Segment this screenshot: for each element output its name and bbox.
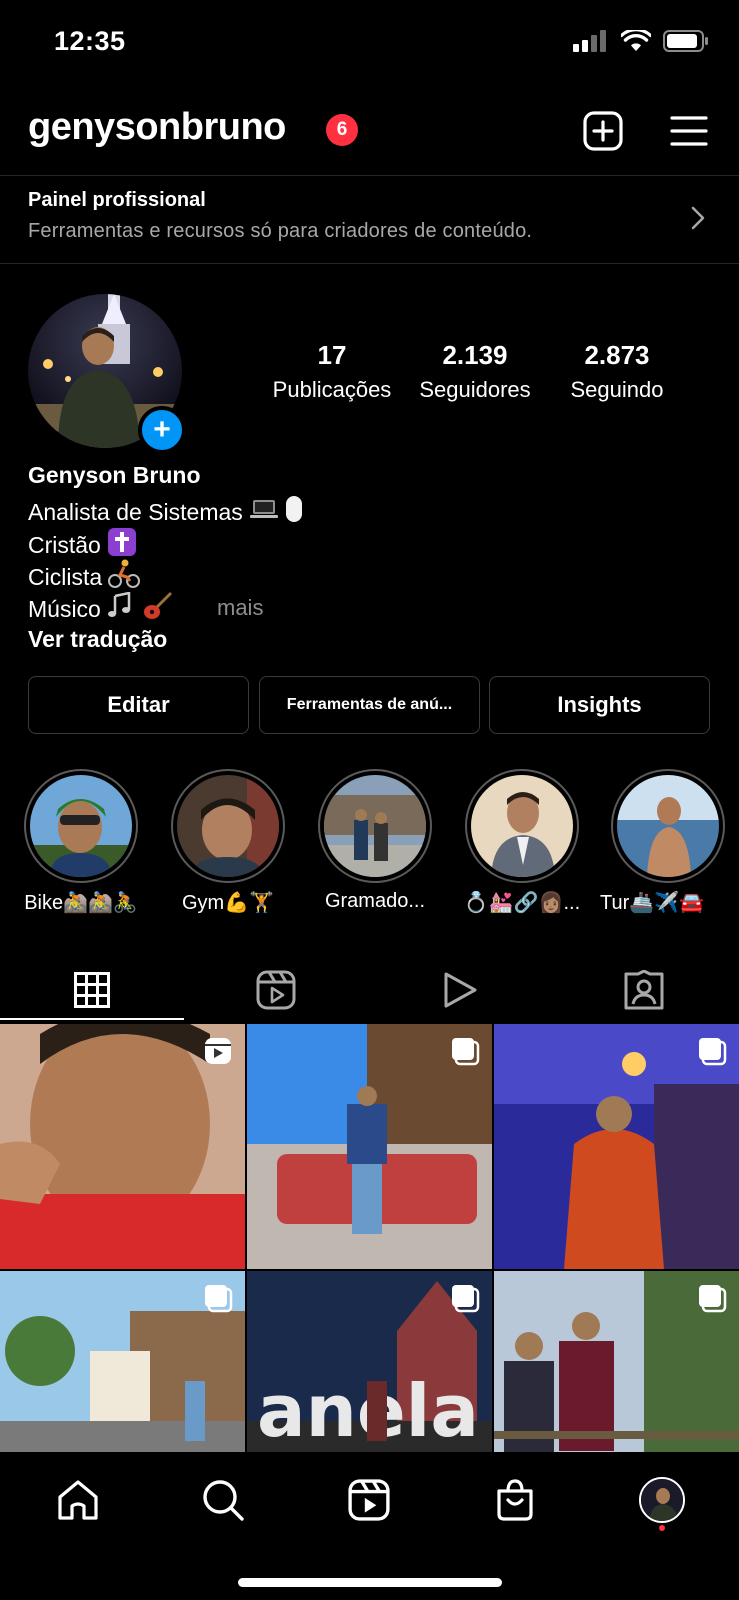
grid-icon [74,972,110,1008]
shopping-bag-icon [497,1479,533,1521]
battery-icon [663,30,708,52]
bio-more-link[interactable]: mais [217,595,263,621]
professional-panel-title: Painel profissional [28,189,206,211]
bio-line: Analista de Sistemas [28,495,303,529]
status-icons [573,30,709,52]
highlight-label: Tur🚢✈️🚘 [600,892,704,914]
cyclist-icon [108,559,141,595]
add-story-button[interactable]: + [138,406,186,454]
carousel-icon [699,1285,727,1313]
profile-notification-dot [659,1525,665,1531]
post-thumbnail[interactable] [247,1024,492,1269]
stat-posts-label: Publicações [272,377,392,402]
insights-button[interactable]: Insights [489,676,710,734]
post-thumbnail[interactable] [494,1024,739,1269]
highlight-cover-image [617,775,719,877]
professional-panel-subtitle: Ferramentas e recursos só para criadores… [28,220,533,242]
laptop-icon [249,497,279,527]
mouse-icon [285,495,303,529]
story-highlight[interactable] [24,769,138,883]
reels-icon [348,1479,390,1521]
search-icon [203,1480,244,1521]
stat-following-label: Seguindo [570,377,664,402]
bio-line: Ciclista [28,559,141,595]
tab-grid[interactable] [0,960,184,1020]
create-post-button[interactable] [580,108,626,154]
post-thumbnail[interactable]: anela [247,1271,492,1452]
nav-reels[interactable] [341,1472,397,1528]
carousel-icon [699,1038,727,1066]
profile-avatar-small [639,1477,685,1523]
tab-reels[interactable] [184,960,368,1020]
nav-home[interactable] [50,1472,106,1528]
stat-followers[interactable]: 2.139 Seguidores [400,340,550,403]
carousel-icon [452,1285,480,1313]
ad-tools-button[interactable]: Ferramentas de anú... [259,676,480,734]
highlight-cover-image [471,775,573,877]
stat-followers-label: Seguidores [419,377,531,402]
story-highlight[interactable] [611,769,725,883]
highlight-cover-image [324,775,426,877]
panel-divider [0,263,739,264]
guitar-icon [143,591,173,627]
music-notes-icon [107,591,137,626]
signal-icon [573,30,606,52]
home-icon [58,1480,98,1520]
see-translation-link[interactable]: Ver tradução [28,626,167,653]
highlight-label: 💍💒🔗👩🏽... [463,892,581,914]
menu-button[interactable] [666,108,712,154]
tagged-person-icon [624,970,664,1010]
stat-followers-value: 2.139 [442,340,508,370]
bio-line: Cristão [28,527,137,563]
hamburger-menu-icon [670,116,708,146]
nav-shop[interactable] [487,1472,543,1528]
status-time: 12:35 [54,26,126,56]
story-highlight[interactable] [171,769,285,883]
bio-line: Músico [28,591,173,627]
chevron-right-icon [691,206,705,230]
post-thumbnail[interactable] [494,1271,739,1452]
stat-posts-value: 17 [317,340,347,370]
bio-line-text: Analista de Sistemas [28,498,243,525]
wifi-icon [621,30,651,51]
highlight-cover-image [177,775,279,877]
stat-following[interactable]: 2.873 Seguindo [542,340,692,403]
home-indicator [238,1578,502,1587]
profile-username[interactable]: genysonbruno [28,106,286,149]
carousel-icon [452,1038,480,1066]
highlight-label: Gym💪🏋️ [181,892,275,914]
notification-badge: 6 [326,114,358,146]
cross-icon [107,527,137,563]
tab-tagged[interactable] [552,960,736,1020]
reel-badge-icon [205,1038,231,1064]
highlight-label: Gramado... [324,890,426,912]
highlight-cover-image [30,775,132,877]
bio-name: Genyson Bruno [28,462,201,488]
nav-profile[interactable] [634,1472,690,1528]
stat-following-value: 2.873 [584,340,650,370]
nav-search[interactable] [195,1472,251,1528]
highlight-label: Bike🚵🚵🚴 [24,892,138,914]
stat-posts[interactable]: 17 Publicações [257,340,407,403]
post-thumbnail[interactable] [0,1024,245,1269]
bio-line-text: Músico [28,595,101,622]
story-highlight[interactable] [465,769,579,883]
story-highlight[interactable] [318,769,432,883]
edit-profile-button[interactable]: Editar [28,676,249,734]
bio-line-text: Ciclista [28,563,103,590]
play-icon [444,972,477,1008]
bio-line-text: Cristão [28,531,101,558]
tab-videos[interactable] [368,960,552,1020]
reels-icon [256,970,296,1010]
post-thumbnail[interactable] [0,1271,245,1452]
carousel-icon [205,1285,233,1313]
active-tab-indicator [0,1018,184,1020]
plus-square-icon [583,111,623,151]
